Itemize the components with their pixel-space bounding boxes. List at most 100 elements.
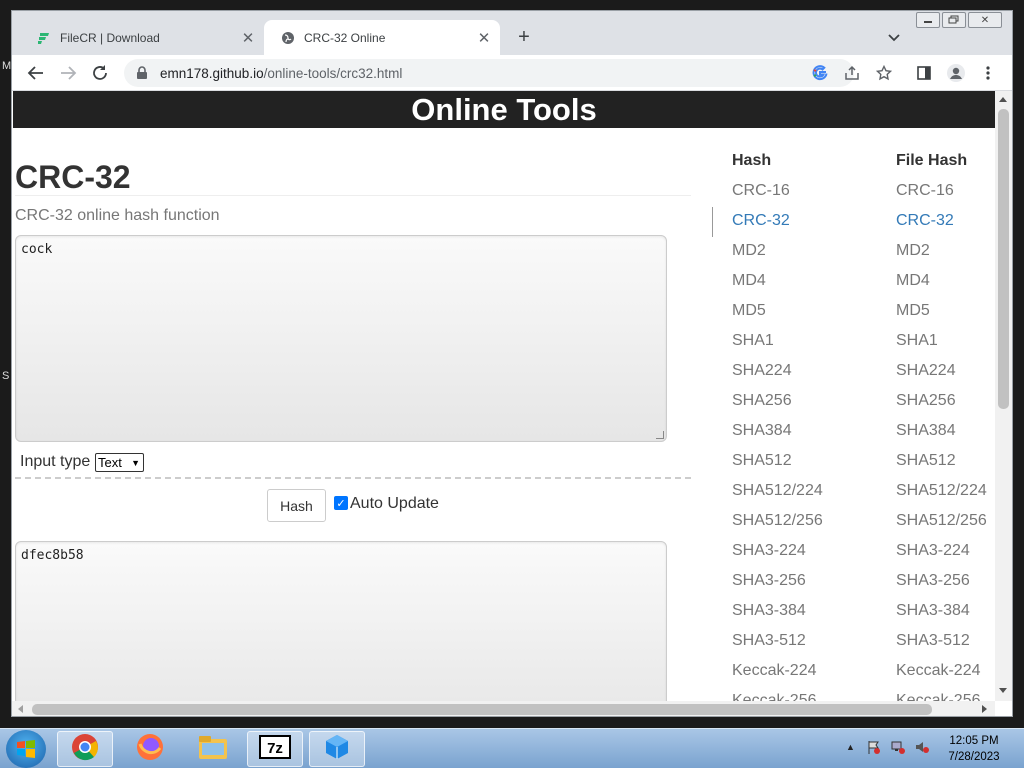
active-nav-indicator	[712, 207, 713, 237]
input-type-value: Text	[98, 455, 122, 470]
chevron-down-icon: ▼	[131, 457, 140, 468]
horizontal-scrollbar[interactable]	[12, 701, 995, 716]
browser-window: FileCR | Download ✕ CRC-32 Online ✕ + ✕	[11, 10, 1013, 717]
auto-update-checkbox[interactable]: ✓	[334, 496, 348, 510]
nav-item[interactable]: SHA1	[896, 332, 987, 362]
nav-item[interactable]: SHA3-384	[732, 602, 823, 632]
desktop-icon-label: S	[2, 370, 10, 382]
nav-item[interactable]: SHA512/224	[896, 482, 987, 512]
nav-item[interactable]: SHA512	[732, 452, 823, 482]
auto-update-label[interactable]: Auto Update	[350, 495, 439, 513]
browser-toolbar: emn178.github.io/online-tools/crc32.html	[12, 55, 1012, 91]
tab-crc32[interactable]: CRC-32 Online ✕	[264, 20, 500, 55]
taskbar-chrome[interactable]	[57, 731, 113, 767]
nav-item[interactable]: SHA3-512	[896, 632, 987, 662]
nav-item[interactable]: SHA3-224	[896, 542, 987, 572]
nav-item[interactable]: MD2	[732, 242, 823, 272]
nav-item[interactable]: SHA256	[896, 392, 987, 422]
page-description: CRC-32 online hash function	[15, 207, 220, 224]
resize-grip-icon[interactable]	[656, 431, 664, 439]
close-tab-icon[interactable]: ✕	[474, 28, 494, 48]
side-panel-icon[interactable]	[914, 63, 934, 83]
title-divider	[15, 195, 691, 196]
file-explorer-icon	[197, 733, 229, 766]
lock-icon[interactable]	[136, 66, 150, 80]
file-hash-nav-header: File Hash	[896, 152, 968, 169]
maximize-button[interactable]	[942, 12, 966, 28]
nav-item[interactable]: SHA384	[732, 422, 823, 452]
bookmark-star-icon[interactable]	[874, 63, 894, 83]
nav-item[interactable]: SHA1	[732, 332, 823, 362]
nav-item[interactable]: SHA3-224	[732, 542, 823, 572]
network-icon[interactable]	[890, 739, 906, 760]
filecr-favicon-icon	[36, 30, 52, 46]
google-lens-icon[interactable]	[810, 63, 830, 83]
vertical-scrollbar[interactable]	[995, 91, 1012, 701]
nav-item[interactable]: MD2	[896, 242, 987, 272]
nav-item[interactable]: SHA512/224	[732, 482, 823, 512]
tab-strip: FileCR | Download ✕ CRC-32 Online ✕ + ✕	[12, 11, 1012, 55]
forward-button[interactable]	[56, 61, 80, 85]
nav-item[interactable]: SHA384	[896, 422, 987, 452]
nav-item[interactable]: MD5	[896, 302, 987, 332]
scroll-right-arrow-icon[interactable]	[982, 705, 987, 713]
nav-item[interactable]: SHA512/256	[732, 512, 823, 542]
nav-item[interactable]: SHA224	[896, 362, 987, 392]
clock-time: 12:05 PM	[949, 735, 999, 747]
close-tab-icon[interactable]: ✕	[238, 28, 258, 48]
nav-item[interactable]: CRC-16	[732, 182, 823, 212]
nav-item[interactable]: Keccak-224	[732, 662, 823, 692]
nav-item[interactable]: MD4	[896, 272, 987, 302]
close-window-button[interactable]: ✕	[968, 12, 1002, 28]
nav-item[interactable]: SHA3-384	[896, 602, 987, 632]
scroll-left-arrow-icon[interactable]	[18, 705, 23, 713]
nav-item[interactable]: SHA3-512	[732, 632, 823, 662]
input-textarea[interactable]: cock	[15, 235, 667, 442]
nav-item[interactable]: MD5	[732, 302, 823, 332]
nav-item[interactable]: MD4	[732, 272, 823, 302]
nav-item[interactable]: CRC-32	[896, 212, 987, 242]
start-button[interactable]	[6, 730, 46, 768]
taskbar-firefox[interactable]	[122, 731, 178, 767]
share-icon[interactable]	[842, 63, 862, 83]
profile-avatar-icon[interactable]	[946, 63, 966, 83]
tab-search-chevron-icon[interactable]	[884, 27, 904, 47]
input-type-label: Input type	[20, 453, 91, 470]
nav-item[interactable]: SHA224	[732, 362, 823, 392]
input-type-select[interactable]: Text ▼	[95, 453, 144, 472]
tab-filecr[interactable]: FileCR | Download ✕	[20, 20, 264, 55]
vertical-scroll-thumb[interactable]	[998, 109, 1009, 409]
taskbar-file-explorer[interactable]	[185, 731, 241, 767]
nav-item[interactable]: CRC-16	[896, 182, 987, 212]
nav-item[interactable]: SHA512	[896, 452, 987, 482]
nav-item[interactable]: Keccak-224	[896, 662, 987, 692]
minimize-button[interactable]	[916, 12, 940, 28]
scroll-down-arrow-icon[interactable]	[999, 688, 1007, 693]
file-hash-nav-column: File Hash CRC-16 CRC-32 MD2 MD4 MD5 SHA1 SHA22…	[896, 152, 987, 716]
action-center-flag-icon[interactable]	[866, 739, 882, 760]
nav-item[interactable]: SHA3-256	[732, 572, 823, 602]
nav-item[interactable]: CRC-32	[732, 212, 823, 242]
nav-item[interactable]: SHA256	[732, 392, 823, 422]
site-banner[interactable]: Online Tools	[13, 91, 995, 128]
scroll-up-arrow-icon[interactable]	[999, 97, 1007, 102]
more-menu-icon[interactable]	[978, 63, 998, 83]
tab-title: CRC-32 Online	[304, 30, 386, 45]
address-bar[interactable]: emn178.github.io/online-tools/crc32.html	[124, 59, 854, 87]
back-button[interactable]	[24, 61, 48, 85]
new-tab-button[interactable]: +	[512, 25, 536, 49]
hash-button[interactable]: Hash	[267, 489, 326, 522]
taskbar-clock[interactable]: 12:05 PM 7/28/2023	[926, 733, 1022, 765]
reload-button[interactable]	[88, 61, 112, 85]
taskbar: 7z ▲ 12:05 PM 7/28/2023	[0, 728, 1024, 768]
virtualbox-icon	[322, 732, 352, 767]
globe-favicon-icon	[280, 30, 296, 46]
horizontal-scroll-thumb[interactable]	[32, 704, 932, 715]
taskbar-7zip[interactable]: 7z	[247, 731, 303, 767]
nav-item[interactable]: SHA3-256	[896, 572, 987, 602]
nav-item[interactable]: SHA512/256	[896, 512, 987, 542]
hash-nav-header: Hash	[732, 152, 772, 169]
show-hidden-icons-icon[interactable]: ▲	[846, 742, 855, 752]
taskbar-virtualbox[interactable]	[309, 731, 365, 767]
output-textarea[interactable]: dfec8b58	[15, 541, 667, 716]
